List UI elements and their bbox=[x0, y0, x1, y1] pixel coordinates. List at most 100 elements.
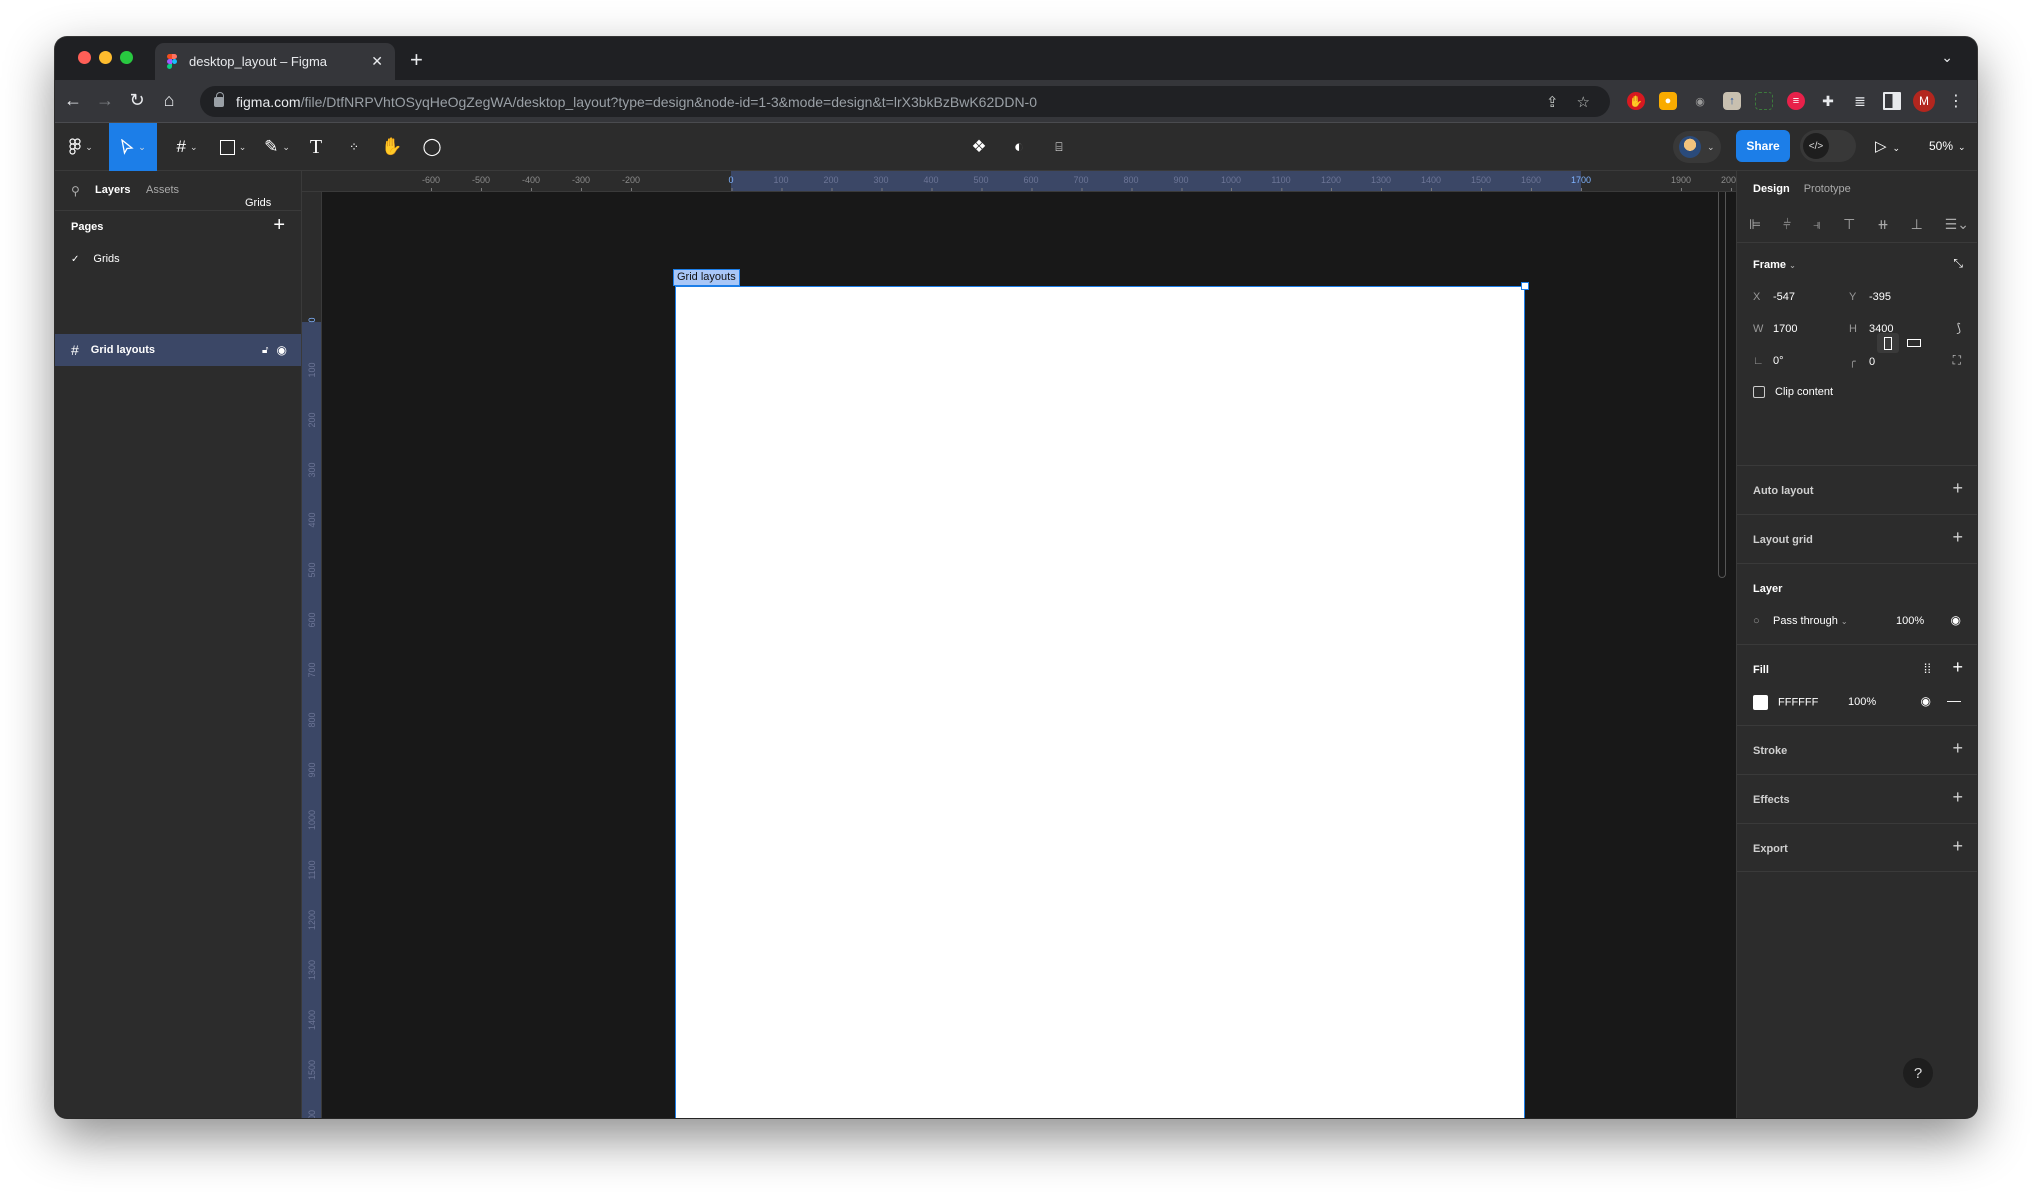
align-bottom-icon[interactable]: ⊥ bbox=[1911, 216, 1923, 233]
close-tab-icon[interactable]: ✕ bbox=[371, 53, 383, 70]
add-auto-layout-button[interactable]: + bbox=[1952, 478, 1963, 499]
portrait-orientation-button[interactable] bbox=[1877, 333, 1899, 353]
clip-content-option[interactable]: Clip content bbox=[1753, 386, 1833, 399]
tab-layers[interactable]: Layers bbox=[95, 184, 130, 196]
chevron-up-icon: ⌃ bbox=[245, 197, 252, 206]
hand-tool-button[interactable]: ✋ bbox=[377, 123, 407, 171]
tab-search-chevron-icon[interactable]: ⌄ bbox=[1941, 49, 1953, 66]
styles-grid-icon[interactable]: ⁞⁞ bbox=[1924, 661, 1931, 676]
bookmark-star-icon[interactable]: ☆ bbox=[1577, 93, 1590, 111]
move-tool-button[interactable]: ⌄ bbox=[109, 123, 157, 171]
comment-tool-button[interactable]: ◯ bbox=[417, 123, 447, 171]
present-button[interactable]: ▷ ⌄ bbox=[1875, 137, 1900, 155]
dev-mode-toggle[interactable]: </> bbox=[1800, 130, 1856, 162]
blend-mode-dropdown[interactable]: ○ Pass through ⌄ bbox=[1753, 615, 1848, 627]
share-button[interactable]: Share bbox=[1736, 130, 1790, 162]
share-page-icon[interactable]: ⇪ bbox=[1546, 93, 1559, 111]
figma-favicon-icon bbox=[167, 53, 177, 70]
close-window-button[interactable] bbox=[78, 51, 91, 64]
layer-opacity-field[interactable]: 100% bbox=[1896, 615, 1924, 627]
extension-book-icon[interactable]: ↑ bbox=[1723, 92, 1741, 110]
pen-tool-button[interactable]: ✎ ⌄ bbox=[257, 123, 297, 171]
height-field[interactable]: H 3400 bbox=[1849, 323, 1893, 335]
align-horizontal-center-icon[interactable]: ⫩ bbox=[1783, 216, 1791, 233]
add-layout-grid-button[interactable]: + bbox=[1952, 527, 1963, 548]
profile-avatar[interactable]: M bbox=[1913, 90, 1935, 112]
y-label: Y bbox=[1849, 291, 1857, 303]
eye-icon[interactable]: ◉ bbox=[1951, 613, 1961, 627]
reload-icon[interactable]: ↻ bbox=[125, 90, 149, 111]
extension-keep-icon[interactable]: ● bbox=[1659, 92, 1677, 110]
frame-tool-button[interactable]: # ⌄ bbox=[167, 123, 207, 171]
home-icon[interactable]: ⌂ bbox=[157, 90, 181, 111]
selected-frame[interactable] bbox=[675, 282, 1529, 1118]
landscape-orientation-button[interactable] bbox=[1903, 333, 1925, 353]
address-bar[interactable]: figma.com/file/DtfNRPVhtOSyqHeOgZegWA/de… bbox=[200, 86, 1610, 117]
fill-opacity-field[interactable]: 100% bbox=[1848, 696, 1876, 708]
align-vertical-center-icon[interactable]: ⧺ bbox=[1877, 216, 1889, 233]
tab-assets[interactable]: Assets bbox=[146, 184, 179, 196]
extension-stop-icon[interactable]: ✋ bbox=[1627, 92, 1645, 110]
add-fill-button[interactable]: + bbox=[1952, 657, 1963, 678]
unlock-icon[interactable]: 🔓︎ bbox=[262, 345, 268, 356]
clip-content-checkbox[interactable] bbox=[1753, 386, 1765, 399]
frame-name-label[interactable]: Grid layouts bbox=[673, 269, 740, 286]
rotation-field[interactable]: ∟ 0° bbox=[1753, 355, 1784, 367]
search-icon[interactable]: ⚲ bbox=[71, 184, 80, 198]
canvas[interactable]: Grid layouts bbox=[322, 192, 1736, 1118]
x-position-field[interactable]: X -547 bbox=[1753, 291, 1795, 303]
resources-button[interactable]: ⁘ bbox=[339, 123, 369, 171]
reading-list-icon[interactable]: ≣ bbox=[1851, 92, 1869, 110]
resize-handle[interactable] bbox=[1521, 282, 1529, 290]
independent-corners-icon[interactable]: ⛶ bbox=[1953, 353, 1961, 368]
side-panel-icon[interactable] bbox=[1883, 92, 1901, 110]
add-effect-button[interactable]: + bbox=[1952, 787, 1963, 808]
fill-color-swatch[interactable] bbox=[1753, 695, 1768, 710]
ruler-tick-label: 400 bbox=[307, 512, 317, 528]
width-field[interactable]: W 1700 bbox=[1753, 323, 1797, 335]
eye-icon[interactable]: ◉ bbox=[1921, 694, 1931, 708]
frame-section-title[interactable]: Frame ⌄ bbox=[1753, 259, 1796, 271]
constrain-proportions-icon[interactable]: ⟆ bbox=[1956, 321, 1961, 335]
layer-item[interactable]: # Grid layouts 🔓︎ ◉ bbox=[55, 334, 301, 366]
extensions-puzzle-icon[interactable]: ✚ bbox=[1819, 92, 1837, 110]
text-tool-button[interactable]: T bbox=[301, 123, 331, 171]
shape-tool-button[interactable]: ⌄ bbox=[213, 123, 253, 171]
add-export-button[interactable]: + bbox=[1952, 836, 1963, 857]
page-item[interactable]: ✓ Grids bbox=[71, 253, 120, 265]
corner-radius-field[interactable]: ╭ 0 bbox=[1849, 355, 1875, 368]
main-menu-button[interactable]: ⌄ bbox=[63, 123, 99, 171]
align-left-icon[interactable]: ⊫ bbox=[1749, 216, 1761, 233]
distribute-icon[interactable]: ☰⌄ bbox=[1945, 216, 1969, 233]
ruler-tick-label: 300 bbox=[873, 175, 889, 191]
help-button[interactable]: ? bbox=[1903, 1058, 1933, 1088]
resize-to-fit-icon[interactable]: ⤡ bbox=[1953, 256, 1963, 271]
back-arrow-icon[interactable]: ← bbox=[61, 90, 85, 111]
tab-bar: desktop_layout – Figma ✕ + ⌄ bbox=[55, 37, 1977, 80]
fill-color-field[interactable]: FFFFFF bbox=[1753, 695, 1818, 710]
mask-button[interactable]: ◐ bbox=[1004, 123, 1034, 171]
add-stroke-button[interactable]: + bbox=[1952, 738, 1963, 759]
eye-icon[interactable]: ◉ bbox=[277, 343, 287, 357]
align-top-icon[interactable]: ⊤ bbox=[1843, 216, 1855, 233]
extension-screenshot-icon[interactable] bbox=[1755, 92, 1773, 110]
extension-camera-icon[interactable]: ◉ bbox=[1691, 92, 1709, 110]
dev-crop-button[interactable]: ⌸ bbox=[1044, 123, 1074, 171]
y-position-field[interactable]: Y -395 bbox=[1849, 291, 1891, 303]
browser-menu-icon[interactable]: ⋮ bbox=[1947, 92, 1965, 110]
vertical-scrollbar[interactable] bbox=[1718, 192, 1726, 578]
add-page-button[interactable]: + bbox=[273, 214, 285, 237]
align-right-icon[interactable]: ⫣ bbox=[1813, 216, 1821, 233]
remove-fill-icon[interactable]: — bbox=[1947, 692, 1961, 708]
tab-prototype[interactable]: Prototype bbox=[1804, 183, 1851, 195]
tab-design[interactable]: Design bbox=[1753, 183, 1790, 195]
minimize-window-button[interactable] bbox=[99, 51, 112, 64]
create-component-button[interactable]: ❖ bbox=[964, 123, 994, 171]
multiplayer-avatar-button[interactable]: ⌄ bbox=[1673, 131, 1721, 163]
maximize-window-button[interactable] bbox=[120, 51, 133, 64]
browser-tab-active[interactable]: desktop_layout – Figma ✕ bbox=[155, 43, 395, 80]
zoom-dropdown[interactable]: 50% ⌄ bbox=[1929, 139, 1966, 153]
new-tab-button[interactable]: + bbox=[410, 47, 423, 73]
extension-toggl-icon[interactable]: ≡ bbox=[1787, 92, 1805, 110]
forward-arrow-icon[interactable]: → bbox=[93, 90, 117, 111]
